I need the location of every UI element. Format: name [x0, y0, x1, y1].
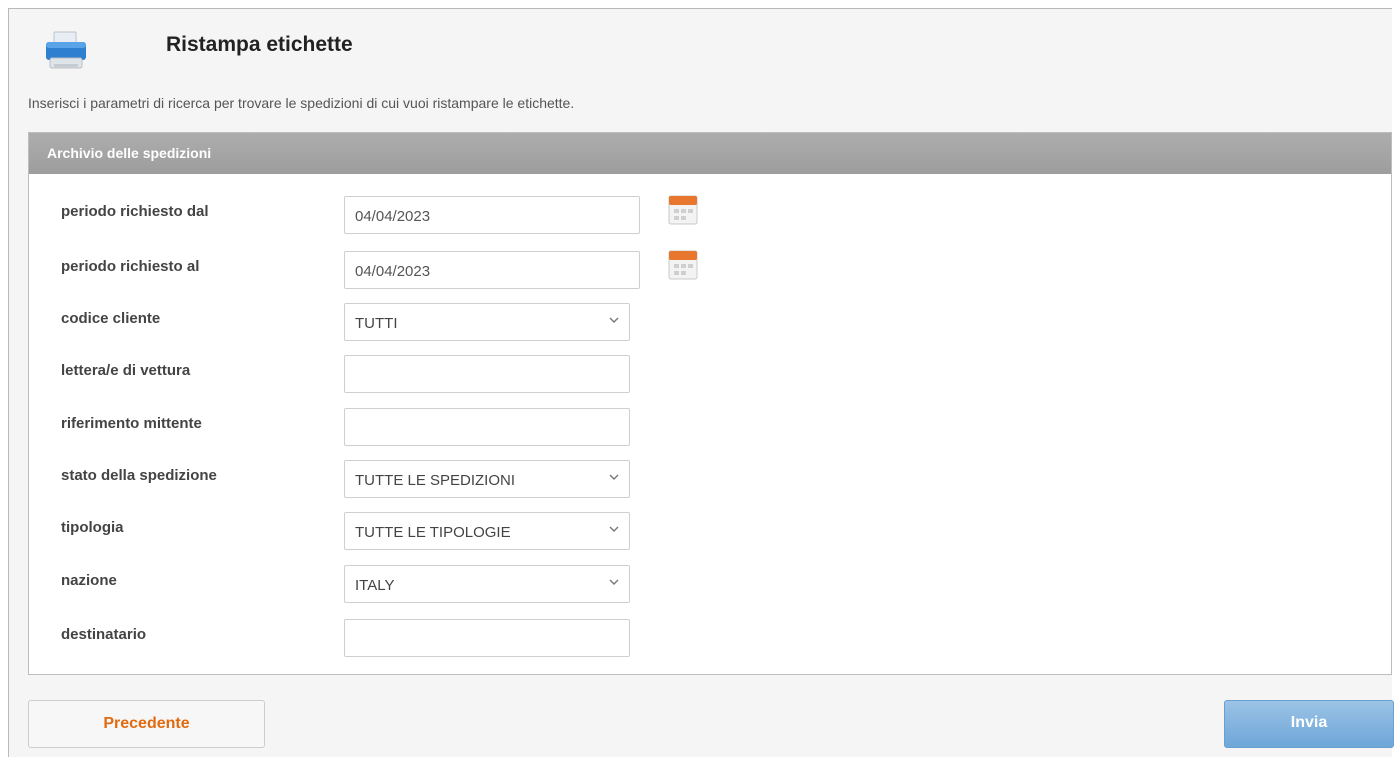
date-to-input[interactable]: 04/04/2023 [344, 251, 640, 289]
recipient-input[interactable] [344, 619, 630, 657]
previous-button[interactable]: Precedente [28, 700, 265, 748]
form-row-recipient: destinatario [29, 619, 1391, 666]
type-select[interactable]: TUTTE LE TIPOLOGIE [344, 512, 630, 550]
customer-code-label: codice cliente [61, 310, 161, 327]
country-value: ITALY [355, 577, 395, 594]
chevron-down-icon [609, 579, 619, 585]
customer-code-select[interactable]: TUTTI [344, 303, 630, 341]
calendar-icon[interactable] [668, 249, 698, 281]
calendar-icon[interactable] [668, 194, 698, 226]
type-value: TUTTE LE TIPOLOGIE [355, 524, 511, 541]
customer-code-value: TUTTI [355, 315, 398, 332]
type-label: tipologia [61, 519, 124, 536]
sender-ref-label: riferimento mittente [61, 415, 202, 432]
form-row-country: nazione ITALY [29, 565, 1391, 612]
form-row-date-from: periodo richiesto dal 04/04/2023 [29, 195, 1391, 243]
country-select[interactable]: ITALY [344, 565, 630, 603]
intro-text: Inserisci i parametri di ricerca per tro… [28, 95, 575, 111]
printer-icon [46, 31, 86, 69]
chevron-down-icon [609, 474, 619, 480]
form-row-shipment-status: stato della spedizione TUTTE LE SPEDIZIO… [29, 460, 1391, 507]
shipment-archive-panel: Archivio delle spedizioni periodo richie… [28, 132, 1392, 675]
page-title: Ristampa etichette [166, 33, 353, 56]
shipment-status-label: stato della spedizione [61, 467, 217, 484]
form-row-customer-code: codice cliente TUTTI [29, 303, 1391, 350]
recipient-label: destinatario [61, 626, 147, 643]
form-row-type: tipologia TUTTE LE TIPOLOGIE [29, 512, 1391, 559]
date-from-input[interactable]: 04/04/2023 [344, 196, 640, 234]
form-row-sender-ref: riferimento mittente [29, 408, 1391, 455]
waybill-label: lettera/e di vettura [61, 362, 191, 379]
form-row-date-to: periodo richiesto al 04/04/2023 [29, 250, 1391, 298]
chevron-down-icon [609, 526, 619, 532]
chevron-down-icon [609, 317, 619, 323]
panel-title: Archivio delle spedizioni [29, 133, 1391, 174]
date-to-label: periodo richiesto al [61, 258, 200, 275]
date-from-label: periodo richiesto dal [61, 203, 209, 220]
country-label: nazione [61, 572, 117, 589]
form-row-waybill: lettera/e di vettura [29, 355, 1391, 402]
send-button[interactable]: Invia [1224, 700, 1394, 748]
shipment-status-select[interactable]: TUTTE LE SPEDIZIONI [344, 460, 630, 498]
sender-ref-input[interactable] [344, 408, 630, 446]
shipment-status-value: TUTTE LE SPEDIZIONI [355, 472, 516, 489]
waybill-input[interactable] [344, 355, 630, 393]
